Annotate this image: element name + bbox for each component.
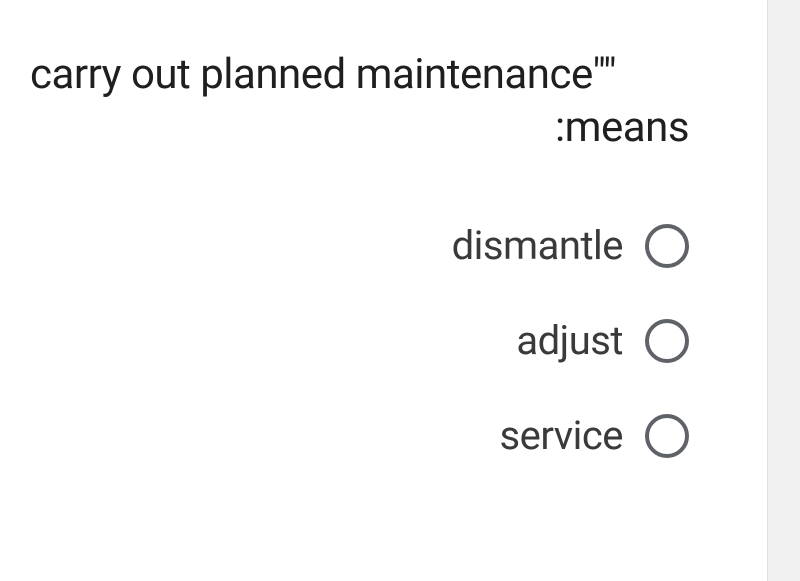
option-label: adjust bbox=[516, 317, 623, 364]
option-dismantle[interactable]: dismantle bbox=[30, 222, 689, 269]
question-text-line1: carry out planned maintenance"" bbox=[30, 50, 737, 99]
radio-icon bbox=[645, 414, 689, 458]
option-label: service bbox=[499, 412, 623, 459]
option-label: dismantle bbox=[452, 222, 623, 269]
option-service[interactable]: service bbox=[30, 412, 689, 459]
option-adjust[interactable]: adjust bbox=[30, 317, 689, 364]
right-margin bbox=[768, 0, 800, 581]
radio-icon bbox=[645, 224, 689, 268]
radio-icon bbox=[645, 319, 689, 363]
options-group: dismantle adjust service bbox=[30, 222, 737, 459]
question-text-line2: :means bbox=[30, 103, 737, 152]
form-card: carry out planned maintenance"" :means d… bbox=[0, 0, 768, 581]
